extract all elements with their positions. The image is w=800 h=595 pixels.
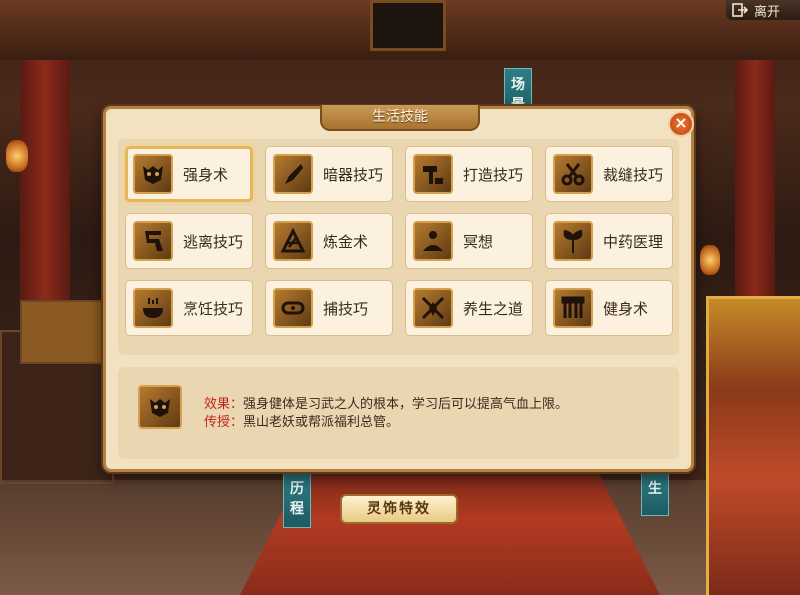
effect-text: 强身健体是习武之人的根本，学习后可以提高气血上限。: [243, 397, 569, 412]
lantern-right: [700, 245, 720, 275]
health-icon: [413, 288, 453, 328]
selected-skill-icon: [138, 385, 182, 429]
skill-label: 烹饪技巧: [183, 299, 244, 318]
skill-label: 打造技巧: [463, 165, 524, 184]
skill-tile-qiangshen[interactable]: 强身术: [125, 146, 253, 202]
skill-grid: 强身术 暗器技巧 打造技巧 裁缝技巧 逃离技巧 炼金术 冥想 中药医理 烹饪技巧…: [118, 139, 679, 389]
exit-label: 离开: [754, 4, 781, 20]
skill-tile-zhongyao[interactable]: 中药医理: [545, 213, 673, 269]
skill-tile-mingxiang[interactable]: 冥想: [405, 213, 533, 269]
dialog-title: 生活技能: [320, 105, 480, 131]
exit-icon: [732, 3, 748, 17]
accessory-effects-button[interactable]: 灵饰特效: [340, 494, 458, 524]
skill-label: 健身术: [603, 299, 649, 318]
skill-label: 炼金术: [323, 232, 369, 251]
skill-tile-taoli[interactable]: 逃离技巧: [125, 213, 253, 269]
teach-row: 传授：黑山老妖或帮派福利总管。: [204, 411, 399, 430]
teach-key: 传授：: [204, 415, 244, 430]
history-banner[interactable]: 历程: [283, 472, 311, 528]
skill-label: 暗器技巧: [323, 165, 384, 184]
skill-label: 捕技巧: [323, 299, 369, 318]
fitness-icon: [553, 288, 593, 328]
skill-tile-jianshen[interactable]: 健身术: [545, 280, 673, 336]
life-skills-dialog: 生活技能 × 强身术 暗器技巧 打造技巧 裁缝技巧 逃离技巧 炼金术 冥想 中药…: [103, 105, 694, 472]
beast-mask-icon: [133, 154, 173, 194]
skill-label: 强身术: [183, 165, 229, 184]
teach-text: 黑山老妖或帮派福利总管。: [243, 415, 400, 430]
skill-label: 冥想: [463, 232, 494, 251]
alchemy-icon: [273, 221, 313, 261]
skill-label: 逃离技巧: [183, 232, 244, 251]
exit-button[interactable]: 离开: [726, 0, 800, 20]
close-button[interactable]: ×: [668, 111, 694, 137]
skill-tile-buzhuo[interactable]: 捕技巧: [265, 280, 393, 336]
running-icon: [133, 221, 173, 261]
decorated-screen: [706, 296, 800, 595]
beast-mask-icon: [150, 399, 170, 417]
effect-row: 效果：强身健体是习武之人的根本，学习后可以提高气血上限。: [204, 393, 568, 412]
capture-icon: [273, 288, 313, 328]
skill-tile-anqi[interactable]: 暗器技巧: [265, 146, 393, 202]
cooking-icon: [133, 288, 173, 328]
skill-label: 养生之道: [463, 299, 524, 318]
skill-tile-dazao[interactable]: 打造技巧: [405, 146, 533, 202]
skill-tile-yangsheng[interactable]: 养生之道: [405, 280, 533, 336]
right-pillar: [735, 60, 775, 300]
close-icon: ×: [674, 113, 688, 132]
skill-label: 中药医理: [603, 232, 664, 251]
lantern-left: [6, 140, 28, 172]
skill-tile-pengren[interactable]: 烹饪技巧: [125, 280, 253, 336]
hammer-icon: [413, 154, 453, 194]
ceiling-window: [370, 0, 446, 51]
effect-key: 效果：: [204, 397, 244, 412]
skill-label: 裁缝技巧: [603, 165, 664, 184]
skill-tile-caifeng[interactable]: 裁缝技巧: [545, 146, 673, 202]
abacus: [20, 300, 104, 364]
meditation-icon: [413, 221, 453, 261]
skill-detail-panel: 效果：强身健体是习武之人的根本，学习后可以提高气血上限。 传授：黑山老妖或帮派福…: [118, 367, 679, 459]
skill-tile-lianjin[interactable]: 炼金术: [265, 213, 393, 269]
scissors-icon: [553, 154, 593, 194]
herb-icon: [553, 221, 593, 261]
life-banner[interactable]: 生: [641, 472, 669, 516]
dart-icon: [273, 154, 313, 194]
